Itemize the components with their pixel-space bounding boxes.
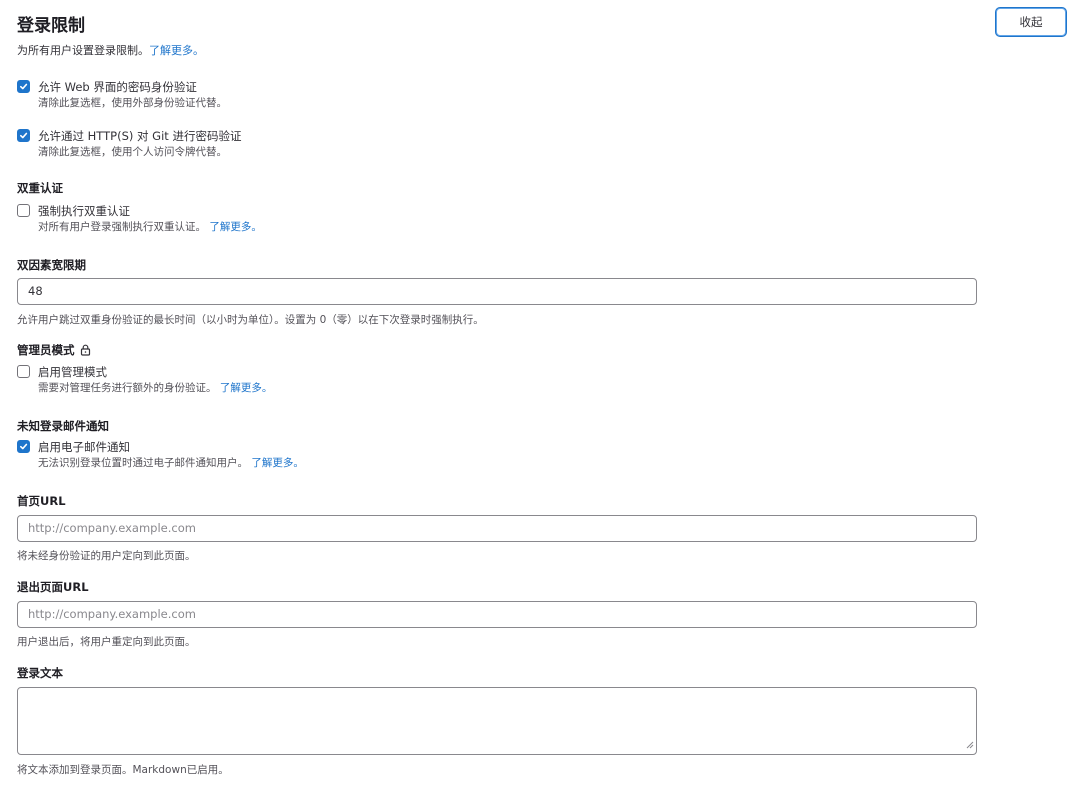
password-web-help: 清除此复选框，使用外部身份验证代替。 [38, 97, 227, 109]
checkbox-unchecked-icon[interactable] [17, 365, 30, 378]
page-title: 登录限制 [17, 16, 85, 36]
lock-icon [80, 344, 91, 356]
admin-mode-heading: 管理员模式 [17, 343, 75, 357]
two-factor-checkbox-row[interactable]: 强制执行双重认证 对所有用户登录强制执行双重认证。 了解更多。 [17, 203, 262, 235]
two-factor-label: 强制执行双重认证 [38, 204, 130, 218]
unknown-signin-help: 无法识别登录位置时通过电子邮件通知用户。 了解更多。 [38, 457, 304, 469]
home-url-input[interactable]: http://company.example.com [17, 515, 977, 542]
learn-more-link[interactable]: 了解更多。 [149, 44, 204, 57]
learn-more-link[interactable]: 了解更多。 [220, 382, 273, 394]
checkbox-unchecked-icon[interactable] [17, 204, 30, 217]
signin-text-help: 将文本添加到登录页面。Markdown已启用。 [17, 764, 229, 776]
admin-mode-label: 启用管理模式 [38, 365, 107, 379]
grace-period-help: 允许用户跳过双重身份验证的最长时间（以小时为单位）。设置为 0（零）以在下次登录… [17, 314, 484, 326]
learn-more-link[interactable]: 了解更多。 [251, 457, 304, 469]
resize-handle-icon[interactable] [966, 738, 974, 752]
checkbox-checked-icon[interactable] [17, 80, 30, 93]
admin-mode-heading-row: 管理员模式 [17, 342, 91, 358]
password-web-label: 允许 Web 界面的密码身份验证 [38, 80, 197, 94]
signout-url-help: 用户退出后，将用户重定向到此页面。 [17, 636, 196, 648]
signin-text-textarea[interactable] [17, 687, 977, 755]
admin-mode-help: 需要对管理任务进行额外的身份验证。 了解更多。 [38, 382, 273, 394]
checkbox-checked-icon[interactable] [17, 129, 30, 142]
unknown-signin-checkbox-row[interactable]: 启用电子邮件通知 无法识别登录位置时通过电子邮件通知用户。 了解更多。 [17, 439, 304, 471]
two-factor-help: 对所有用户登录强制执行双重认证。 了解更多。 [38, 221, 262, 233]
learn-more-link[interactable]: 了解更多。 [209, 221, 262, 233]
password-web-checkbox-row[interactable]: 允许 Web 界面的密码身份验证 清除此复选框，使用外部身份验证代替。 [17, 79, 227, 111]
section-description: 为所有用户设置登录限制。了解更多。 [17, 42, 204, 58]
signout-url-heading: 退出页面URL [17, 580, 89, 594]
signout-url-input[interactable]: http://company.example.com [17, 601, 977, 628]
password-git-label: 允许通过 HTTP(S) 对 Git 进行密码验证 [38, 129, 242, 143]
grace-period-input[interactable]: 48 [17, 278, 977, 305]
admin-mode-checkbox-row[interactable]: 启用管理模式 需要对管理任务进行额外的身份验证。 了解更多。 [17, 364, 272, 396]
home-url-heading: 首页URL [17, 494, 66, 508]
sign-in-restrictions-panel: 登录限制 收起 为所有用户设置登录限制。了解更多。 允许 Web 界面的密码身份… [17, 0, 1067, 785]
password-git-checkbox-row[interactable]: 允许通过 HTTP(S) 对 Git 进行密码验证 清除此复选框，使用个人访问令… [17, 128, 241, 160]
signin-text-heading: 登录文本 [17, 666, 63, 680]
checkbox-checked-icon[interactable] [17, 440, 30, 453]
unknown-signin-heading: 未知登录邮件通知 [17, 419, 109, 433]
grace-period-heading: 双因素宽限期 [17, 258, 86, 272]
password-git-help: 清除此复选框，使用个人访问令牌代替。 [38, 146, 227, 158]
description-text: 为所有用户设置登录限制。 [17, 44, 149, 57]
unknown-signin-label: 启用电子邮件通知 [38, 440, 130, 454]
two-factor-heading: 双重认证 [17, 181, 63, 195]
collapse-button[interactable]: 收起 [996, 8, 1066, 36]
home-url-help: 将未经身份验证的用户定向到此页面。 [17, 550, 196, 562]
